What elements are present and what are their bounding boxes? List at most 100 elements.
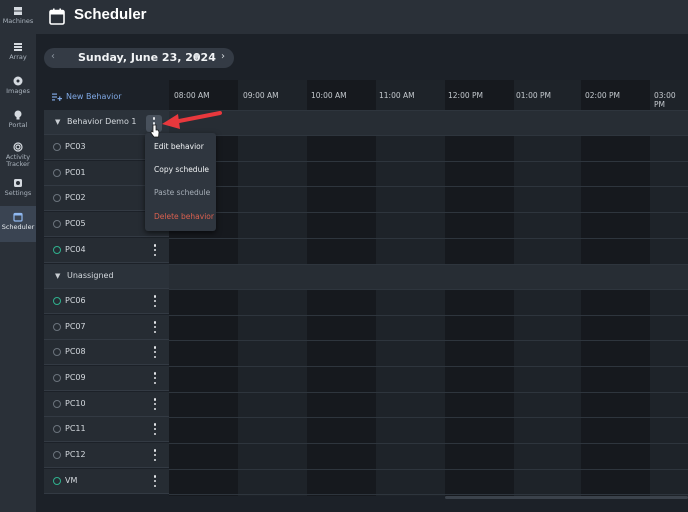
prev-day-button[interactable]: ‹ [51,51,55,62]
grid-line [169,110,688,111]
page-title: Scheduler [74,6,147,23]
images-icon [13,76,23,86]
scheduler-app: Machines Array Images Portal Activity Tr… [0,0,688,512]
status-indicator-icon [53,143,61,151]
machine-row[interactable]: PC12 [44,443,169,468]
next-day-button[interactable]: › [221,51,225,62]
sidebar-item-machines[interactable]: Machines [0,0,36,36]
status-indicator-icon [53,425,61,433]
machine-row[interactable]: PC06 [44,289,169,314]
machine-name: PC07 [65,322,86,331]
sidebar-item-activity-tracker[interactable]: Activity Tracker [0,136,36,172]
status-indicator-icon [53,323,61,331]
machine-row[interactable]: PC07 [44,315,169,340]
machine-name: VM [65,476,78,485]
kebab-menu-icon[interactable] [149,243,161,257]
activity-icon [13,142,23,152]
kebab-menu-icon[interactable] [149,474,161,488]
group-band [169,264,688,289]
machine-name: PC10 [65,399,86,408]
kebab-menu-icon[interactable] [149,320,161,334]
machine-row[interactable]: PC10 [44,392,169,417]
time-label: 11:00 AM [379,91,415,100]
grid-line [169,469,688,470]
machine-name: PC12 [65,450,86,459]
status-indicator-icon [53,374,61,382]
add-list-icon [52,93,62,101]
array-icon [14,43,22,51]
machine-row[interactable]: PC11 [44,417,169,442]
status-indicator-icon [53,451,61,459]
sidebar-item-array[interactable]: Array [0,36,36,72]
machine-row[interactable]: PC09 [44,366,169,391]
time-label: 08:00 AM [174,91,210,100]
machines-icon [14,7,22,15]
group-name: Unassigned [67,271,114,280]
status-online-icon [53,246,61,254]
kebab-menu-icon[interactable] [149,371,161,385]
machine-name: PC04 [65,245,86,254]
machine-name: PC03 [65,142,86,151]
sidebar-item-portal[interactable]: Portal [0,104,36,140]
sidebar-item-images[interactable]: Images [0,70,36,106]
date-navigator: ‹ Sunday, June 23, 2024 ▼ › [44,48,234,68]
chevron-down-icon[interactable]: ▼ [194,53,199,61]
status-online-icon [53,297,61,305]
status-indicator-icon [53,220,61,228]
edit-behavior-menu-item[interactable]: Edit behavior [154,142,204,151]
machine-row[interactable]: PC04 [44,238,169,263]
grid-line [169,161,688,162]
status-indicator-icon [53,400,61,408]
machine-name: PC09 [65,373,86,382]
grid-line [169,443,688,444]
paste-schedule-menu-item[interactable]: Paste schedule [154,188,210,197]
hand-cursor-icon [150,124,160,138]
kebab-menu-icon[interactable] [149,345,161,359]
kebab-menu-icon[interactable] [149,397,161,411]
grid-line [169,366,688,367]
delete-behavior-menu-item[interactable]: Delete behavior [154,212,214,221]
chevron-down-icon[interactable]: ▼ [55,272,60,280]
grid-line [169,417,688,418]
machine-name: PC06 [65,296,86,305]
horizontal-scrollbar[interactable] [445,496,688,499]
sidebar-item-scheduler[interactable]: Scheduler [0,206,36,242]
grid-line [169,340,688,341]
machine-row[interactable]: PC08 [44,340,169,365]
chevron-down-icon[interactable]: ▼ [55,118,60,126]
grid-line [169,392,688,393]
machine-name: PC11 [65,424,86,433]
annotation-arrow-icon [162,111,222,129]
grid-line [169,212,688,213]
time-label: 02:00 PM [585,91,620,100]
grid-line [169,186,688,187]
machine-row[interactable]: VM [44,469,169,494]
copy-schedule-menu-item[interactable]: Copy schedule [154,165,209,174]
kebab-menu-icon[interactable] [149,448,161,462]
group-band [169,110,688,135]
sidebar-item-settings[interactable]: Settings [0,172,36,208]
grid-line [169,238,688,239]
machine-name: PC05 [65,219,86,228]
kebab-menu-icon[interactable] [149,294,161,308]
grid-line [169,264,688,265]
grid-line [169,315,688,316]
new-behavior-button[interactable]: New Behavior [52,92,122,101]
status-online-icon [53,477,61,485]
grid-line [169,494,688,495]
group-name: Behavior Demo 1 [67,117,137,126]
time-label: 10:00 AM [311,91,347,100]
machine-name: PC02 [65,193,86,202]
group-row-unassigned[interactable]: ▼ Unassigned [44,264,169,289]
behavior-context-menu: Edit behavior Copy schedule Paste schedu… [145,133,216,231]
time-label: 03:00 PM [654,91,676,109]
scheduler-icon [13,212,23,222]
status-indicator-icon [53,348,61,356]
machine-name: PC08 [65,347,86,356]
kebab-menu-icon[interactable] [149,422,161,436]
time-label: 09:00 AM [243,91,279,100]
status-indicator-icon [53,194,61,202]
page-header: Scheduler [36,0,688,34]
time-label: 12:00 PM [448,91,483,100]
grid-line [169,135,688,136]
